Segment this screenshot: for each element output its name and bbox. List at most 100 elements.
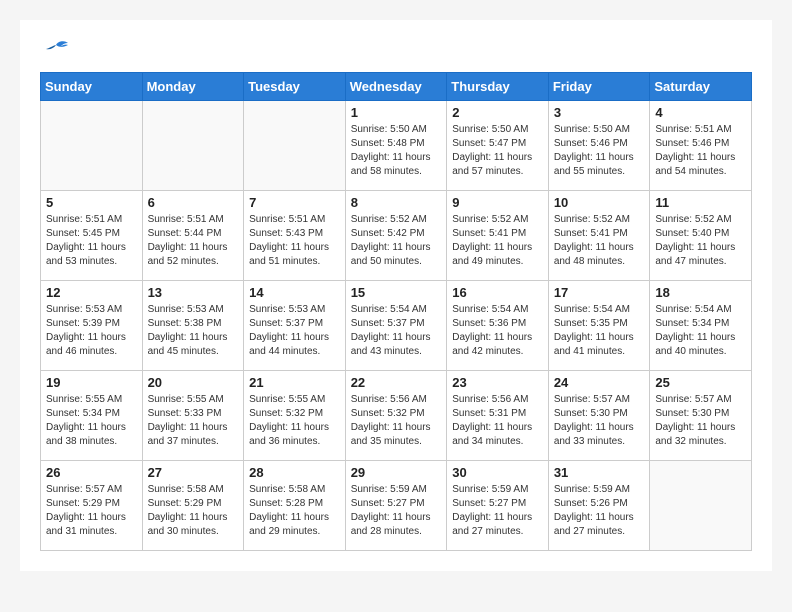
day-info: Sunrise: 5:54 AM Sunset: 5:36 PM Dayligh… [452, 303, 543, 359]
table-row: 31 Sunrise: 5:59 AM Sunset: 5:26 PM Dayli… [548, 461, 650, 551]
day-number: 31 [554, 465, 645, 480]
day-info: Sunrise: 5:52 AM Sunset: 5:41 PM Dayligh… [554, 213, 645, 269]
table-row: 4 Sunrise: 5:51 AM Sunset: 5:46 PM Daylig… [650, 101, 752, 191]
table-row: 12 Sunrise: 5:53 AM Sunset: 5:39 PM Dayli… [41, 281, 143, 371]
calendar-table: Sunday Monday Tuesday Wednesday Thursday… [40, 72, 752, 551]
day-info: Sunrise: 5:53 AM Sunset: 5:37 PM Dayligh… [249, 303, 340, 359]
calendar-week-row: 19Sunrise: 5:55 AM Sunset: 5:34 PM Dayli… [41, 371, 752, 461]
table-row: 14Sunrise: 5:53 AM Sunset: 5:37 PM Dayli… [244, 281, 346, 371]
day-number: 15 [351, 285, 442, 300]
table-row: 25Sunrise: 5:57 AM Sunset: 5:30 PM Dayli… [650, 371, 752, 461]
day-number: 12 [46, 285, 137, 300]
table-row [142, 101, 244, 191]
day-info: Sunrise: 5:51 AM Sunset: 5:46 PM Dayligh… [655, 123, 746, 179]
calendar-week-row: 5 Sunrise: 5:51 AM Sunset: 5:45 PM Daylig… [41, 191, 752, 281]
table-row: 20 Sunrise: 5:55 AM Sunset: 5:33 PM Dayli… [142, 371, 244, 461]
table-row: 9 Sunrise: 5:52 AM Sunset: 5:41 PM Daylig… [447, 191, 549, 281]
col-tuesday: Tuesday [244, 73, 346, 101]
day-info: Sunrise: 5:53 AM Sunset: 5:38 PM Dayligh… [148, 303, 239, 359]
logo [40, 40, 70, 62]
table-row: 19Sunrise: 5:55 AM Sunset: 5:34 PM Dayli… [41, 371, 143, 461]
day-number: 21 [249, 375, 340, 390]
day-number: 18 [655, 285, 746, 300]
day-info: Sunrise: 5:55 AM Sunset: 5:32 PM Dayligh… [249, 393, 340, 449]
table-row: 1 Sunrise: 5:50 AM Sunset: 5:48 PM Daylig… [345, 101, 447, 191]
day-info: Sunrise: 5:51 AM Sunset: 5:45 PM Dayligh… [46, 213, 137, 269]
table-row: 18Sunrise: 5:54 AM Sunset: 5:34 PM Dayli… [650, 281, 752, 371]
col-wednesday: Wednesday [345, 73, 447, 101]
day-info: Sunrise: 5:58 AM Sunset: 5:29 PM Dayligh… [148, 483, 239, 539]
page-header [40, 40, 752, 62]
table-row: 16Sunrise: 5:54 AM Sunset: 5:36 PM Dayli… [447, 281, 549, 371]
table-row: 5 Sunrise: 5:51 AM Sunset: 5:45 PM Daylig… [41, 191, 143, 281]
day-number: 24 [554, 375, 645, 390]
table-row: 23 Sunrise: 5:56 AM Sunset: 5:31 PM Dayli… [447, 371, 549, 461]
table-row: 17Sunrise: 5:54 AM Sunset: 5:35 PM Dayli… [548, 281, 650, 371]
day-info: Sunrise: 5:56 AM Sunset: 5:32 PM Dayligh… [351, 393, 442, 449]
col-friday: Friday [548, 73, 650, 101]
col-thursday: Thursday [447, 73, 549, 101]
calendar-header-row: Sunday Monday Tuesday Wednesday Thursday… [41, 73, 752, 101]
day-number: 3 [554, 105, 645, 120]
table-row: 2 Sunrise: 5:50 AM Sunset: 5:47 PM Daylig… [447, 101, 549, 191]
day-info: Sunrise: 5:58 AM Sunset: 5:28 PM Dayligh… [249, 483, 340, 539]
table-row: 10 Sunrise: 5:52 AM Sunset: 5:41 PM Dayli… [548, 191, 650, 281]
table-row [41, 101, 143, 191]
day-info: Sunrise: 5:50 AM Sunset: 5:48 PM Dayligh… [351, 123, 442, 179]
day-number: 9 [452, 195, 543, 210]
day-number: 11 [655, 195, 746, 210]
day-number: 8 [351, 195, 442, 210]
day-number: 26 [46, 465, 137, 480]
day-info: Sunrise: 5:50 AM Sunset: 5:46 PM Dayligh… [554, 123, 645, 179]
table-row: 6 Sunrise: 5:51 AM Sunset: 5:44 PM Daylig… [142, 191, 244, 281]
calendar-week-row: 1 Sunrise: 5:50 AM Sunset: 5:48 PM Daylig… [41, 101, 752, 191]
col-monday: Monday [142, 73, 244, 101]
day-number: 30 [452, 465, 543, 480]
table-row: 24 Sunrise: 5:57 AM Sunset: 5:30 PM Dayli… [548, 371, 650, 461]
day-number: 29 [351, 465, 442, 480]
day-info: Sunrise: 5:53 AM Sunset: 5:39 PM Dayligh… [46, 303, 137, 359]
day-info: Sunrise: 5:51 AM Sunset: 5:43 PM Dayligh… [249, 213, 340, 269]
day-info: Sunrise: 5:50 AM Sunset: 5:47 PM Dayligh… [452, 123, 543, 179]
day-info: Sunrise: 5:56 AM Sunset: 5:31 PM Dayligh… [452, 393, 543, 449]
day-info: Sunrise: 5:51 AM Sunset: 5:44 PM Dayligh… [148, 213, 239, 269]
day-number: 20 [148, 375, 239, 390]
day-info: Sunrise: 5:57 AM Sunset: 5:30 PM Dayligh… [655, 393, 746, 449]
day-info: Sunrise: 5:59 AM Sunset: 5:27 PM Dayligh… [452, 483, 543, 539]
table-row: 27 Sunrise: 5:58 AM Sunset: 5:29 PM Dayli… [142, 461, 244, 551]
day-number: 7 [249, 195, 340, 210]
day-info: Sunrise: 5:54 AM Sunset: 5:35 PM Dayligh… [554, 303, 645, 359]
day-number: 6 [148, 195, 239, 210]
day-number: 5 [46, 195, 137, 210]
table-row: 28 Sunrise: 5:58 AM Sunset: 5:28 PM Dayli… [244, 461, 346, 551]
day-info: Sunrise: 5:52 AM Sunset: 5:41 PM Dayligh… [452, 213, 543, 269]
day-info: Sunrise: 5:59 AM Sunset: 5:27 PM Dayligh… [351, 483, 442, 539]
day-info: Sunrise: 5:59 AM Sunset: 5:26 PM Dayligh… [554, 483, 645, 539]
day-info: Sunrise: 5:55 AM Sunset: 5:33 PM Dayligh… [148, 393, 239, 449]
table-row: 8Sunrise: 5:52 AM Sunset: 5:42 PM Daylig… [345, 191, 447, 281]
table-row: 29 Sunrise: 5:59 AM Sunset: 5:27 PM Dayli… [345, 461, 447, 551]
table-row: 15 Sunrise: 5:54 AM Sunset: 5:37 PM Dayli… [345, 281, 447, 371]
day-info: Sunrise: 5:57 AM Sunset: 5:30 PM Dayligh… [554, 393, 645, 449]
logo-bird-icon [42, 40, 70, 62]
day-number: 22 [351, 375, 442, 390]
table-row: 21 Sunrise: 5:55 AM Sunset: 5:32 PM Dayli… [244, 371, 346, 461]
table-row [244, 101, 346, 191]
day-number: 23 [452, 375, 543, 390]
day-number: 4 [655, 105, 746, 120]
table-row: 13Sunrise: 5:53 AM Sunset: 5:38 PM Dayli… [142, 281, 244, 371]
table-row: 26 Sunrise: 5:57 AM Sunset: 5:29 PM Dayli… [41, 461, 143, 551]
col-sunday: Sunday [41, 73, 143, 101]
day-info: Sunrise: 5:54 AM Sunset: 5:37 PM Dayligh… [351, 303, 442, 359]
day-number: 27 [148, 465, 239, 480]
table-row: 22 Sunrise: 5:56 AM Sunset: 5:32 PM Dayli… [345, 371, 447, 461]
day-number: 1 [351, 105, 442, 120]
table-row [650, 461, 752, 551]
table-row: 3 Sunrise: 5:50 AM Sunset: 5:46 PM Daylig… [548, 101, 650, 191]
day-number: 28 [249, 465, 340, 480]
col-saturday: Saturday [650, 73, 752, 101]
day-info: Sunrise: 5:57 AM Sunset: 5:29 PM Dayligh… [46, 483, 137, 539]
day-number: 10 [554, 195, 645, 210]
table-row: 7 Sunrise: 5:51 AM Sunset: 5:43 PM Daylig… [244, 191, 346, 281]
day-number: 2 [452, 105, 543, 120]
